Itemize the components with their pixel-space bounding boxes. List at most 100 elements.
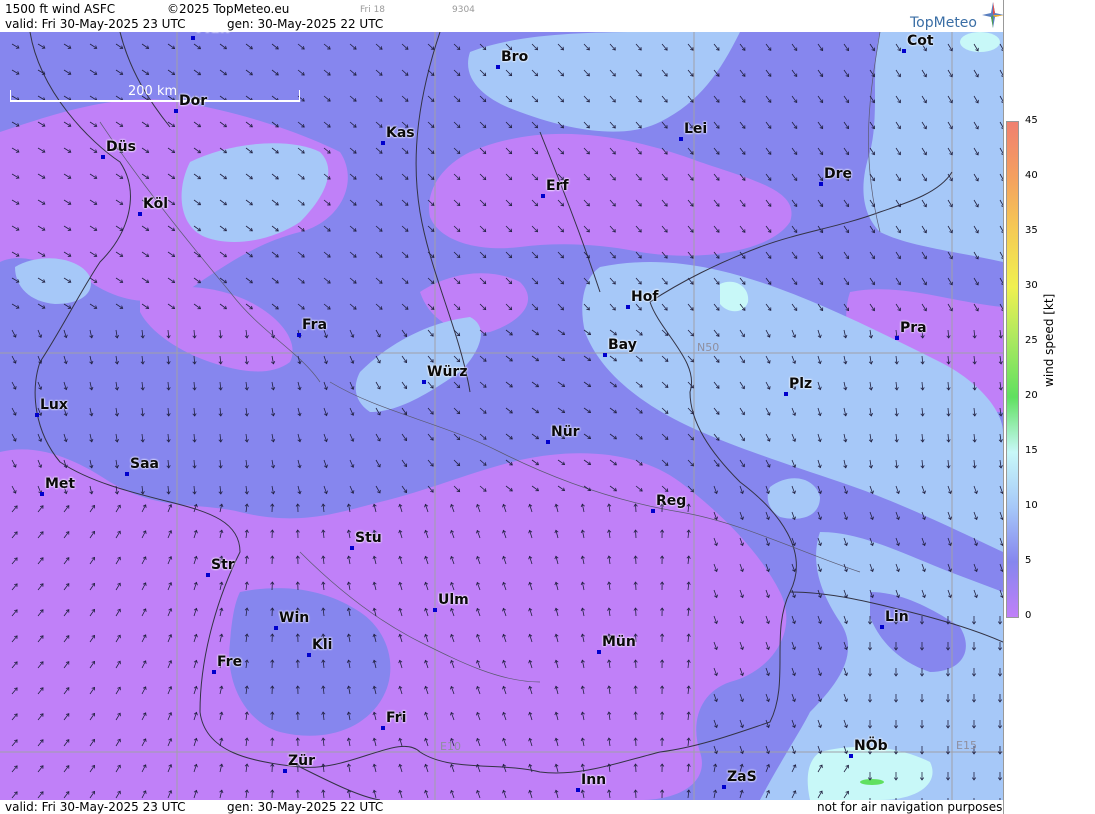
city-marker xyxy=(422,380,426,384)
city-label: Ulm xyxy=(438,592,469,608)
city-label: Str xyxy=(211,557,235,573)
legend-tick-label: 10 xyxy=(1025,500,1038,511)
city-marker xyxy=(35,413,39,417)
city-label: ZaS xyxy=(727,769,757,785)
city-marker xyxy=(101,155,105,159)
legend-tick-label: 45 xyxy=(1025,115,1038,126)
city-label: Inn xyxy=(581,772,607,788)
generated-time: gen: 30-May-2025 22 UTC xyxy=(227,17,384,31)
city-marker xyxy=(546,440,550,444)
city-label: Fre xyxy=(217,654,243,670)
legend-tick-label: 35 xyxy=(1025,225,1038,236)
city-label: Kas xyxy=(386,125,415,141)
city-marker xyxy=(784,392,788,396)
wind-arrow xyxy=(635,607,637,617)
city-label: Dor xyxy=(179,93,208,109)
legend-tick-label: 20 xyxy=(1025,390,1038,401)
city-marker xyxy=(212,670,216,674)
disclaimer: not for air navigation purposes xyxy=(817,800,1003,814)
city-label: Kli xyxy=(312,637,333,653)
city-marker xyxy=(125,472,129,476)
city-marker xyxy=(651,509,655,513)
valid-time: valid: Fri 30-May-2025 23 UTC xyxy=(5,17,186,31)
city-marker xyxy=(433,608,437,612)
city-marker xyxy=(679,137,683,141)
wind-arrow xyxy=(635,763,637,773)
city-marker xyxy=(350,546,354,550)
city-marker xyxy=(174,109,178,113)
legend-tick-label: 0 xyxy=(1025,610,1032,621)
city-marker xyxy=(297,333,301,337)
city-label: Lin xyxy=(885,609,909,625)
city-label: Nür xyxy=(551,424,580,440)
city-label: Pra xyxy=(900,320,927,336)
topmeteo-logo[interactable]: TopMeteo xyxy=(908,2,1004,32)
fresh-spot-top xyxy=(960,32,1000,52)
city-label: Fra xyxy=(302,317,328,333)
city-marker xyxy=(283,769,287,773)
wind-arrow xyxy=(635,555,637,565)
header-bar: 1500 ft wind ASFC ©2025 TopMeteo.eu Fri … xyxy=(0,0,1004,32)
wind-arrow xyxy=(635,737,637,747)
legend-title: wind speed [kt] xyxy=(1042,293,1056,387)
city-marker xyxy=(849,754,853,758)
strong-spot xyxy=(860,779,884,785)
city-label: Cot xyxy=(907,33,934,49)
city-label: Lux xyxy=(40,397,68,413)
legend-tick-label: 25 xyxy=(1025,335,1038,346)
moderate-region-small xyxy=(767,478,820,519)
wind-arrow xyxy=(635,529,637,539)
city-label: Win xyxy=(279,610,310,626)
footer-valid: valid: Fri 30-May-2025 23 UTC xyxy=(5,800,186,814)
wind-arrow xyxy=(635,659,637,669)
logo-text: TopMeteo xyxy=(910,15,977,31)
wind-arrow xyxy=(635,711,637,721)
city-marker xyxy=(541,194,545,198)
city-marker xyxy=(722,785,726,789)
legend-tick-label: 40 xyxy=(1025,170,1038,181)
city-label: Saa xyxy=(130,456,159,472)
city-label: Würz xyxy=(427,364,468,380)
city-label: Stu xyxy=(355,530,382,546)
city-label: Köl xyxy=(143,196,169,212)
city-label: Hof xyxy=(631,289,659,305)
city-label: Met xyxy=(45,476,76,492)
legend-tick-label: 30 xyxy=(1025,280,1038,291)
legend-color-bar xyxy=(1006,121,1019,618)
city-marker xyxy=(40,492,44,496)
footer-bar: valid: Fri 30-May-2025 23 UTC gen: 30-Ma… xyxy=(0,800,1003,814)
lon-label-e15: E15 xyxy=(956,739,977,752)
city-marker xyxy=(307,653,311,657)
city-marker xyxy=(880,625,884,629)
id-code: 9304 xyxy=(452,5,475,15)
city-label: Lei xyxy=(684,121,708,137)
city-label: Dre xyxy=(824,166,853,182)
city-label: Erf xyxy=(546,178,569,194)
scale-label: 200 km xyxy=(128,84,178,99)
city-label: Mün xyxy=(196,32,230,36)
city-marker xyxy=(138,212,142,216)
lat-label-n50: N50 xyxy=(697,341,720,354)
city-marker xyxy=(597,650,601,654)
city-marker xyxy=(381,141,385,145)
wind-field xyxy=(0,32,1003,800)
wind-arrow xyxy=(635,789,637,799)
compass-icon xyxy=(982,2,1004,28)
city-marker xyxy=(902,49,906,53)
wind-map[interactable]: 200 km N50 E10 E15 Mün Bro Cot Dor Kas Lei Düs… xyxy=(0,32,1003,800)
city-marker xyxy=(206,573,210,577)
city-label: Bay xyxy=(608,337,637,353)
city-label: NÖb xyxy=(854,738,888,754)
wind-arrow xyxy=(635,581,637,591)
city-marker xyxy=(819,182,823,186)
city-marker xyxy=(496,65,500,69)
legend-tick-label: 5 xyxy=(1025,555,1032,566)
city-label: Düs xyxy=(106,139,136,155)
color-legend: 45 40 35 30 25 20 15 10 5 0 xyxy=(1003,0,1095,814)
city-marker xyxy=(274,626,278,630)
city-marker xyxy=(895,336,899,340)
moderate-region-east-top xyxy=(863,32,1003,262)
city-label: Reg xyxy=(656,493,687,509)
lon-label-e10: E10 xyxy=(440,740,461,753)
wind-arrow xyxy=(635,503,637,513)
